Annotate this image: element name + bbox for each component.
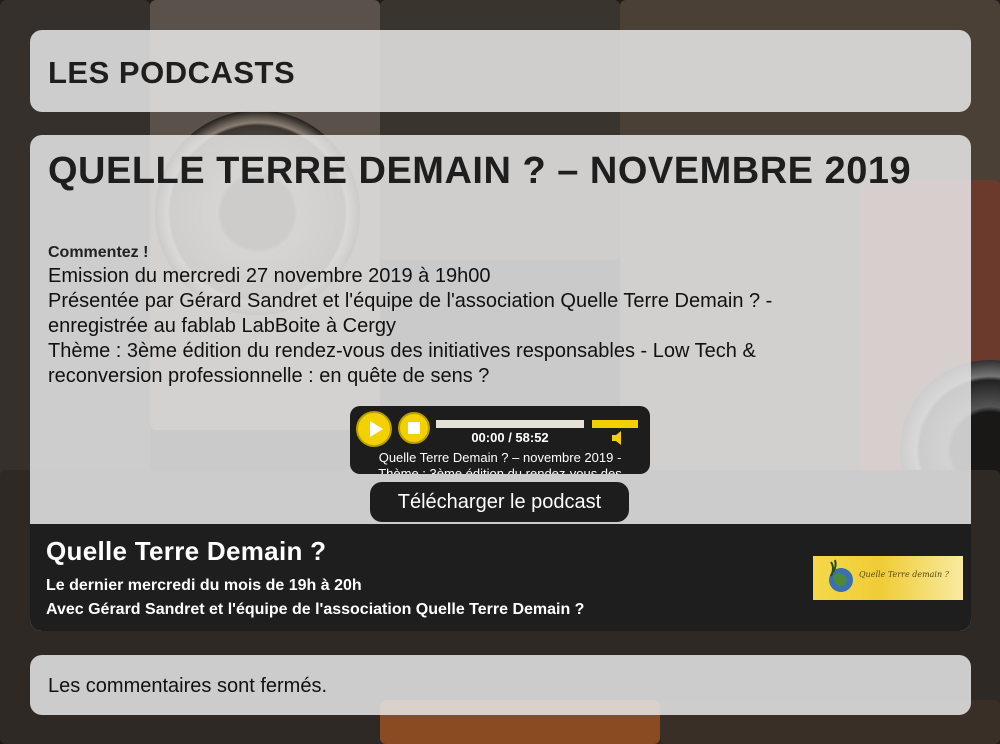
post-title: QUELLE TERRE DEMAIN ? – NOVEMBRE 2019 bbox=[48, 150, 912, 192]
track-title-line: Quelle Terre Demain ? – novembre 2019 - bbox=[378, 450, 622, 465]
play-button[interactable] bbox=[356, 411, 392, 447]
post-description: Emission du mercredi 27 novembre 2019 à … bbox=[48, 264, 928, 389]
description-line: Présentée par Gérard Sandret et l'équipe… bbox=[48, 290, 773, 312]
post-panel: QUELLE TERRE DEMAIN ? – NOVEMBRE 2019 Co… bbox=[30, 135, 971, 631]
show-logo: Quelle Terre demain ? bbox=[813, 556, 963, 600]
description-line: Emission du mercredi 27 novembre 2019 à … bbox=[48, 265, 491, 287]
comment-link[interactable]: Commentez ! bbox=[48, 244, 148, 262]
logo-text: Quelle Terre demain ? bbox=[859, 570, 949, 579]
show-title: Quelle Terre Demain ? bbox=[46, 536, 327, 566]
description-line: Thème : 3ème édition du rendez-vous des … bbox=[48, 340, 756, 362]
speaker-icon[interactable] bbox=[610, 430, 626, 446]
track-title-line: Thème : 3ème édition du rendez-vous des bbox=[378, 466, 622, 474]
page-title: LES PODCASTS bbox=[48, 55, 296, 90]
progress-bar[interactable] bbox=[436, 420, 584, 428]
track-title: Quelle Terre Demain ? – novembre 2019 - … bbox=[356, 450, 644, 474]
globe-icon bbox=[829, 559, 853, 592]
download-podcast-button[interactable]: Télécharger le podcast bbox=[370, 482, 629, 522]
description-line: reconversion professionnelle : en quête … bbox=[48, 365, 490, 387]
show-info-box: Quelle Terre Demain ? Le dernier mercred… bbox=[30, 524, 971, 631]
audio-player: 00:00 / 58:52 Quelle Terre Demain ? – no… bbox=[350, 406, 650, 474]
show-hosts: Avec Gérard Sandret et l'équipe de l'ass… bbox=[46, 601, 585, 618]
description-line: enregistrée au fablab LabBoite à Cergy bbox=[48, 315, 397, 337]
comments-panel: Les commentaires sont fermés. bbox=[30, 655, 971, 715]
header-panel: LES PODCASTS bbox=[30, 30, 971, 112]
play-icon bbox=[370, 421, 383, 437]
time-display: 00:00 / 58:52 bbox=[471, 430, 549, 445]
show-schedule: Le dernier mercredi du mois de 19h à 20h bbox=[46, 577, 362, 594]
stop-icon bbox=[408, 422, 420, 434]
volume-slider[interactable] bbox=[592, 420, 638, 428]
stop-button[interactable] bbox=[398, 412, 430, 444]
comments-closed-text: Les commentaires sont fermés. bbox=[48, 675, 327, 697]
